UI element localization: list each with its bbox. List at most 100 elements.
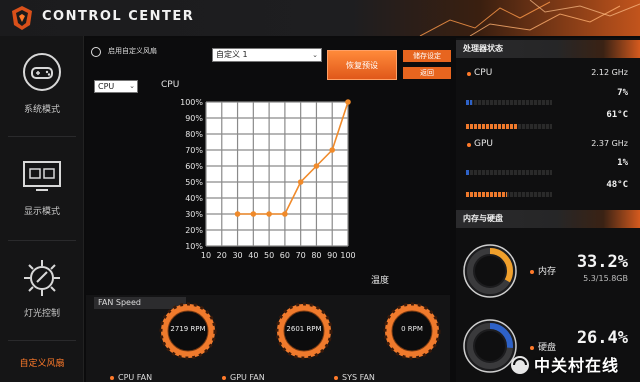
display-icon <box>23 161 61 191</box>
gpu-temperature: 48°C <box>606 180 628 190</box>
x-tick-label: 20 <box>217 251 227 260</box>
cpu-temp-bar <box>466 124 552 129</box>
cpu-usage-bar-fill <box>466 100 473 105</box>
sidebar-item-custom-fan[interactable]: 自定义风扇 <box>0 348 84 378</box>
app-title: CONTROL CENTER <box>42 9 195 24</box>
y-tick-label: 100% <box>180 98 203 107</box>
chevron-down-icon: ⌄ <box>312 51 318 59</box>
y-tick-label: 10% <box>185 242 203 251</box>
gpu-fan-rpm: 2601 RPM <box>286 325 322 333</box>
memory-storage-header: 内存与硬盘 <box>456 210 640 228</box>
bullet-dot-icon <box>467 143 471 147</box>
cpu-fan-gauge: 2719 RPM <box>158 301 218 361</box>
y-tick-label: 70% <box>185 146 203 155</box>
curve-point[interactable] <box>329 147 336 153</box>
divider <box>8 136 76 137</box>
sidebar-item-label: 自定义风扇 <box>19 359 65 369</box>
gpu-usage-value: 1% <box>617 158 628 168</box>
y-tick-label: 60% <box>185 162 203 171</box>
gpu-temp-bar <box>466 192 552 197</box>
gpu-usage-bar-fill <box>466 170 469 175</box>
cpu-frequency: 2.12 GHz <box>591 68 628 77</box>
profile-select-value: 自定义 1 <box>216 50 248 59</box>
brand-logo-icon <box>12 6 32 30</box>
cpu-row: CPU 2.12 GHz <box>456 68 640 82</box>
y-tick-label: 30% <box>185 210 203 219</box>
cpu-temp-row: 61°C <box>456 110 640 124</box>
save-settings-button[interactable]: 储存设定 <box>403 50 451 62</box>
curve-point[interactable] <box>266 211 272 217</box>
x-tick-label: 40 <box>248 251 258 260</box>
curve-point[interactable] <box>345 99 351 105</box>
bullet-dot-icon <box>334 375 338 380</box>
curve-point[interactable] <box>282 211 288 217</box>
divider <box>8 240 76 241</box>
chart-plot-area <box>206 102 348 246</box>
x-axis-title: 温度 <box>371 276 390 286</box>
curve-point[interactable] <box>313 163 320 169</box>
memory-detail: 5.3/15.8GB <box>583 274 628 283</box>
curve-point[interactable] <box>234 211 241 217</box>
sys-fan-label: SYS FAN <box>342 373 375 382</box>
x-tick-label: 30 <box>232 251 242 260</box>
sensor-select[interactable]: CPU ⌄ <box>94 80 138 93</box>
x-tick-label: 90 <box>327 251 337 260</box>
fan-curve-panel: 启用自定义风扇 自定义 1 ⌄ 恢复预设 储存设定 返回 CPU ⌄ CPU 温… <box>86 38 451 294</box>
sensor-select-value: CPU <box>98 82 115 91</box>
cpu-fan-label-wrap: CPU FAN <box>110 367 152 382</box>
sys-fan-rpm: 0 RPM <box>401 325 423 333</box>
sidebar: 系统模式 显示模式 灯光控制 自定义风扇 <box>0 36 84 382</box>
lighting-icon <box>24 260 60 296</box>
memory-label-wrap: 内存 <box>530 264 556 277</box>
x-tick-label: 10 <box>201 251 211 260</box>
y-axis-title: CPU <box>161 80 180 90</box>
gpu-fan-label: GPU FAN <box>230 373 265 382</box>
gpu-label: GPU <box>474 139 493 149</box>
reset-default-button[interactable]: 恢复预设 <box>327 50 397 80</box>
y-tick-label: 90% <box>185 114 203 123</box>
cpu-temp-bar-fill <box>466 124 519 129</box>
fan-curve-chart[interactable]: 100% 90% 80% 70% 60% 50% 40% 30% 20% 10%10 20 30 40 5… <box>172 94 362 274</box>
sidebar-item-label: 灯光控制 <box>23 309 60 319</box>
gamepad-icon <box>23 53 61 91</box>
sidebar-item-system-mode[interactable]: 系统模式 <box>0 44 84 144</box>
gpu-fan-label-wrap: GPU FAN <box>222 367 265 382</box>
sys-fan-label-wrap: SYS FAN <box>334 367 375 382</box>
x-tick-label: 70 <box>296 251 306 260</box>
fan-speed-section: FAN Speed 2719 RPM CPU FAN 2601 RPM GPU … <box>86 295 450 382</box>
y-tick-label: 80% <box>185 130 203 139</box>
cpu-usage-value: 7% <box>617 88 628 98</box>
chevron-down-icon: ⌄ <box>129 82 135 90</box>
x-tick-label: 60 <box>280 251 290 260</box>
bullet-dot-icon <box>467 72 471 76</box>
sidebar-item-label: 显示模式 <box>23 207 60 217</box>
x-tick-label: 50 <box>264 251 274 260</box>
title-bar: CONTROL CENTER <box>0 0 640 36</box>
memory-label: 内存 <box>538 267 557 277</box>
curve-point[interactable] <box>297 179 304 185</box>
processor-status-header: 处理器状态 <box>456 40 640 58</box>
watermark-text: 中关村在线 <box>534 356 620 375</box>
profile-select[interactable]: 自定义 1 ⌄ <box>212 48 322 62</box>
back-button[interactable]: 返回 <box>403 67 451 79</box>
memory-percent: 33.2% <box>576 252 628 272</box>
curve-point[interactable] <box>250 211 257 217</box>
cpu-temperature: 61°C <box>606 110 628 120</box>
memory-ring-gauge <box>463 244 517 298</box>
enable-custom-fan-radio[interactable] <box>91 47 101 57</box>
sidebar-item-display-mode[interactable]: 显示模式 <box>0 148 84 248</box>
sidebar-item-label: 系统模式 <box>23 105 60 115</box>
sidebar-item-lighting[interactable]: 灯光控制 <box>0 248 84 348</box>
y-tick-label: 40% <box>185 194 203 203</box>
gpu-temp-bar-fill <box>466 192 508 197</box>
decorative-cracks <box>419 0 640 36</box>
y-tick-label: 50% <box>185 178 203 187</box>
bullet-dot-icon <box>530 269 534 274</box>
cpu-label: CPU <box>474 68 493 78</box>
gpu-usage-bar <box>466 170 552 175</box>
ring-center <box>475 256 505 286</box>
cpu-fan-rpm: 2719 RPM <box>170 325 206 333</box>
cpu-usage-bar <box>466 100 552 105</box>
bullet-dot-icon <box>222 375 226 380</box>
disk-percent: 26.4% <box>576 328 628 348</box>
